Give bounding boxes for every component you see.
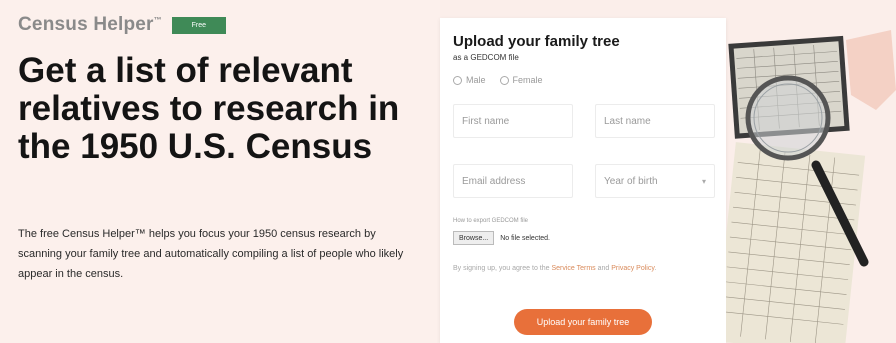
radio-circle-icon[interactable] [499, 75, 509, 85]
radio-male-label: Male [466, 75, 486, 85]
service-terms-link[interactable]: Service Terms [551, 265, 595, 272]
privacy-policy-link[interactable]: Privacy Policy [611, 265, 654, 272]
census-artwork [726, 0, 896, 343]
terms-text: By signing up, you agree to the Service … [453, 262, 693, 276]
no-file-text: No file selected. [500, 234, 550, 242]
upload-form-card: Upload your family tree as a GEDCOM file… [440, 18, 726, 343]
last-name-input[interactable]: Last name [595, 104, 715, 138]
form-subtitle: as a GEDCOM file [453, 53, 519, 62]
file-upload-row: Browse... No file selected. [453, 231, 550, 245]
first-name-input[interactable]: First name [453, 104, 573, 138]
radio-circle-icon[interactable] [453, 75, 462, 85]
terms-suffix: . [654, 265, 657, 272]
terms-prefix: By signing up, you agree to the [453, 265, 552, 272]
hero-description: The free Census Helper™ helps you focus … [18, 228, 404, 280]
form-title: Upload your family tree [453, 33, 620, 50]
page-headline: Get a list of relevant relatives to rese… [18, 51, 400, 166]
upload-submit-button[interactable]: Upload your family tree [514, 309, 652, 335]
year-of-birth-label: Year of birth [604, 175, 658, 187]
hero-section: Census Helper™ Free Get a list of releva… [0, 0, 440, 343]
free-badge: Free [171, 16, 226, 34]
radio-female[interactable]: Female [499, 75, 543, 85]
chevron-down-icon: ▾ [701, 176, 706, 186]
brand-logo: Census Helper™ [18, 14, 162, 35]
year-of-birth-select[interactable]: Year of birth ▾ [595, 164, 715, 198]
radio-female-label: Female [512, 75, 543, 85]
email-input[interactable]: Email address [453, 164, 573, 198]
radio-male[interactable]: Male [453, 75, 486, 85]
brand-row: Census Helper™ Free [18, 14, 226, 36]
census-papers-illustration [726, 30, 896, 343]
sex-radio-group: Male Female [453, 75, 543, 85]
terms-and: and [595, 265, 612, 272]
gedcom-help-link[interactable]: How to export GEDCOM file [453, 218, 528, 224]
browse-button[interactable]: Browse... [453, 231, 495, 245]
